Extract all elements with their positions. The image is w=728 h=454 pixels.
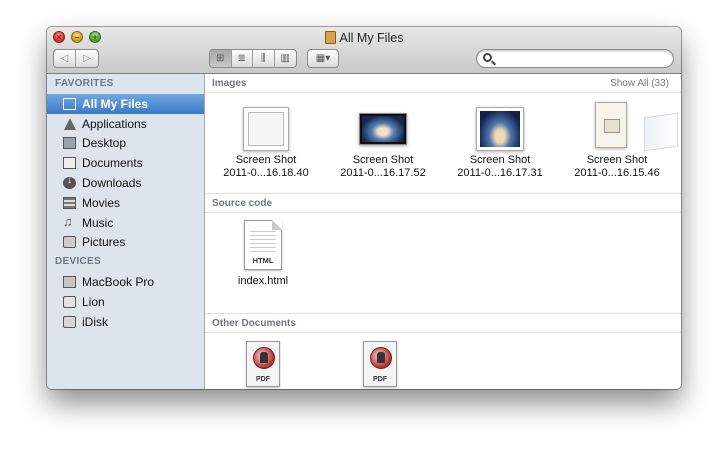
file-item[interactable]: PDF xyxy=(207,341,319,387)
file-name-detail: 2011-0...16.17.31 xyxy=(457,167,543,179)
source-code-section: HTML index.html xyxy=(205,213,681,314)
favorites-header: FAVORITES xyxy=(55,78,114,89)
file-name: Screen Shot xyxy=(469,154,531,166)
sidebar-item-desktop[interactable]: Desktop xyxy=(47,134,204,154)
music-icon xyxy=(63,214,76,229)
sidebar-item-label: Downloads xyxy=(82,176,142,191)
column-view-button[interactable]: ⫼ xyxy=(253,50,275,67)
search-icon xyxy=(483,53,492,62)
screenshot-thumbnail xyxy=(359,113,407,145)
window-title-text: All My Files xyxy=(339,31,404,45)
sidebar-item-macbook-pro[interactable]: MacBook Pro xyxy=(47,272,204,292)
sidebar-item-all-my-files[interactable]: All My Files xyxy=(47,94,204,114)
sidebar-item-label: Pictures xyxy=(82,235,126,250)
sidebar-item-label: All My Files xyxy=(82,96,149,111)
sidebar-item-documents[interactable]: Documents xyxy=(47,153,204,173)
section-title: Images xyxy=(212,78,247,89)
finder-window: × – + All My Files ◁ ▷ ⊞ ≣ ⫼ ▥ ▦▾ FAVORI… xyxy=(47,27,681,389)
file-item[interactable]: Screen Shot 2011-0...16.17.31 xyxy=(444,104,556,180)
file-name: Screen Shot xyxy=(586,154,648,166)
sidebar-item-movies[interactable]: Movies xyxy=(47,193,204,213)
show-all-link[interactable]: Show All (33) xyxy=(610,74,669,93)
window-title: All My Files xyxy=(47,31,681,45)
pictures-icon xyxy=(63,236,76,249)
html-file-icon: HTML xyxy=(244,220,282,270)
file-name: Screen Shot xyxy=(352,154,414,166)
applications-icon xyxy=(63,117,76,130)
file-name-detail: 2011-0...16.18.40 xyxy=(223,167,309,179)
devices-header: DEVICES xyxy=(55,256,102,268)
sidebar-item-label: iDisk xyxy=(82,314,108,329)
file-name: index.html xyxy=(237,275,289,287)
macbook-icon xyxy=(63,276,76,289)
sidebar-item-idisk[interactable]: iDisk xyxy=(47,312,204,332)
icon-view-icon: ⊞ xyxy=(216,53,225,64)
file-browser: Images Show All (33) Screen Shot 2011-0.… xyxy=(205,74,681,389)
pdf-file-icon: PDF xyxy=(363,341,397,387)
column-view-icon: ⫼ xyxy=(260,53,266,64)
sidebar-item-label: Desktop xyxy=(82,136,127,151)
file-type-label: HTML xyxy=(252,256,274,265)
file-type-label: PDF xyxy=(373,376,387,383)
forward-button[interactable]: ▷ xyxy=(76,50,98,67)
other-documents-section-header: Other Documents xyxy=(205,314,681,333)
forward-arrow-icon: ▷ xyxy=(83,53,91,64)
arrange-icon: ▦▾ xyxy=(315,53,331,64)
section-title: Other Documents xyxy=(212,318,296,329)
images-section-header: Images Show All (33) xyxy=(205,74,681,93)
file-item[interactable]: HTML index.html xyxy=(207,220,319,288)
sidebar-item-label: MacBook Pro xyxy=(82,275,155,290)
sidebar: FAVORITES All My Files Applications Desk… xyxy=(47,74,205,389)
back-button[interactable]: ◁ xyxy=(54,50,77,67)
sidebar-item-music[interactable]: Music xyxy=(47,213,204,233)
cover-flow-icon: ▥ xyxy=(280,53,290,64)
list-view-icon: ≣ xyxy=(237,53,246,64)
search-field[interactable] xyxy=(476,49,674,68)
arrange-menu-button[interactable]: ▦▾ xyxy=(307,49,339,68)
back-forward-control: ◁ ▷ xyxy=(53,49,99,68)
sidebar-item-label: Music xyxy=(82,215,114,230)
movies-icon xyxy=(63,196,76,209)
desktop-icon xyxy=(63,137,76,150)
file-item[interactable]: Screen Shot 2011-0...16.17.52 xyxy=(327,104,439,180)
sidebar-item-label: Applications xyxy=(82,116,147,131)
sidebar-item-pictures[interactable]: Pictures xyxy=(47,233,204,253)
all-my-files-icon xyxy=(63,97,76,110)
back-arrow-icon: ◁ xyxy=(60,53,69,64)
sidebar-item-lion[interactable]: Lion xyxy=(47,292,204,312)
file-item[interactable]: Screen Shot 2011-0...16.18.40 xyxy=(210,104,322,180)
view-mode-control: ⊞ ≣ ⫼ ▥ xyxy=(209,49,297,68)
section-title: Source code xyxy=(212,198,273,209)
sidebar-item-downloads[interactable]: Downloads xyxy=(47,173,204,193)
screenshot-thumbnail xyxy=(243,107,289,151)
images-section: Screen Shot 2011-0...16.18.40 Screen Sho… xyxy=(205,93,681,194)
other-documents-section: PDF PDF xyxy=(205,333,681,389)
file-name: Screen Shot xyxy=(235,154,297,166)
pdf-file-icon: PDF xyxy=(246,341,280,387)
source-code-section-header: Source code xyxy=(205,194,681,213)
file-item[interactable]: PDF xyxy=(324,341,436,387)
file-name-detail: 2011-0...16.15.46 xyxy=(574,167,660,179)
folder-icon xyxy=(324,31,336,44)
downloads-icon xyxy=(63,175,76,190)
image-stack-preview xyxy=(644,112,678,152)
sidebar-item-label: Movies xyxy=(82,195,121,210)
toolbar: × – + All My Files ◁ ▷ ⊞ ≣ ⫼ ▥ ▦▾ xyxy=(47,27,681,74)
file-name-detail: 2011-0...16.17.52 xyxy=(340,167,426,179)
list-view-button[interactable]: ≣ xyxy=(232,50,253,67)
sidebar-item-applications[interactable]: Applications xyxy=(47,114,204,134)
disk-icon xyxy=(63,296,76,309)
documents-icon xyxy=(63,157,76,170)
sidebar-item-label: Documents xyxy=(82,156,143,171)
icon-view-button[interactable]: ⊞ xyxy=(210,50,232,67)
screenshot-thumbnail xyxy=(476,107,524,151)
cover-flow-button[interactable]: ▥ xyxy=(275,50,296,67)
file-type-label: PDF xyxy=(256,376,270,383)
idisk-icon xyxy=(63,315,76,328)
image-stack-thumbnail xyxy=(595,101,639,154)
sidebar-item-label: Lion xyxy=(82,295,105,310)
